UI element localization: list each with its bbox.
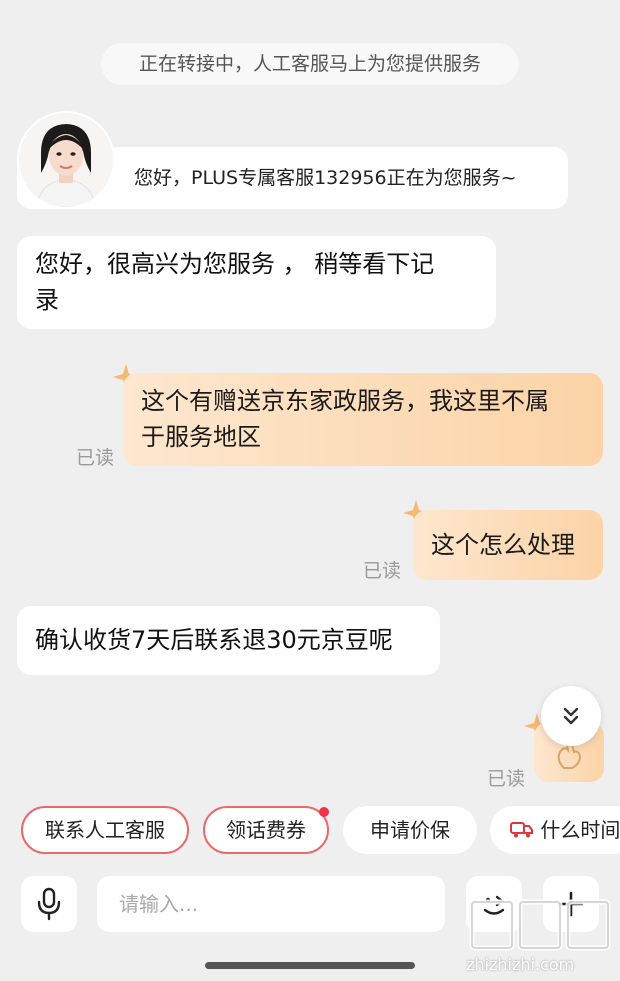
agent-avatar[interactable] [19, 113, 113, 207]
watermark-url: zhizhizhi.com [466, 955, 575, 974]
message-line: 这个怎么处理 [431, 531, 575, 559]
message-bubble-user: 这个有赠送京东家政服务，我这里不属 于服务地区 [123, 373, 603, 466]
chat-area: 正在转接中，人工客服马上为您提供服务 您好，PLUS专属客服132956正在为您… [0, 0, 620, 800]
microphone-icon [37, 887, 61, 921]
message-bubble-user: 这个怎么处理 [413, 510, 603, 580]
site-watermark: zhizhizhi.com [466, 896, 616, 976]
quick-reply-price-protection[interactable]: 申请价保 [343, 806, 477, 854]
message-line: 这个有赠送京东家政服务，我这里不属 [141, 387, 549, 415]
double-chevron-down-icon [563, 707, 579, 725]
quick-reply-delivery-time[interactable]: 什么时间 [490, 806, 620, 854]
message-input[interactable] [97, 876, 445, 932]
notification-badge [319, 807, 329, 817]
truck-icon [510, 822, 533, 838]
message-line: 您好，很高兴为您服务 ， 稍等看下记 [35, 250, 435, 278]
message-line: 录 [35, 286, 59, 314]
agent-greeting-text: 您好，PLUS专属客服132956正在为您服务~ [134, 167, 517, 189]
read-status: 已读 [363, 560, 402, 582]
message-bubble-agent: 您好，很高兴为您服务 ， 稍等看下记 录 [17, 236, 496, 329]
read-status: 已读 [76, 447, 115, 469]
watermark-logo [469, 899, 611, 951]
quick-reply-bar: 联系人工客服 领话费券 申请价保 什么时间 [0, 806, 620, 856]
agent-avatar-image [19, 113, 113, 207]
scroll-to-bottom-button[interactable] [541, 686, 601, 746]
quick-reply-contact-agent[interactable]: 联系人工客服 [21, 806, 189, 854]
quick-reply-label: 联系人工客服 [45, 818, 165, 842]
quick-reply-label: 申请价保 [370, 818, 450, 842]
home-indicator[interactable] [205, 962, 415, 969]
quick-reply-label: 什么时间 [540, 818, 620, 842]
message-line: 于服务地区 [141, 423, 261, 451]
voice-button[interactable] [21, 876, 77, 932]
read-status: 已读 [487, 768, 526, 790]
system-notice: 正在转接中，人工客服马上为您提供服务 [101, 43, 519, 85]
quick-reply-label: 领话费券 [226, 818, 306, 842]
message-line: 确认收货7天后联系退30元京豆呢 [35, 626, 393, 654]
quick-reply-phone-coupon[interactable]: 领话费券 [203, 806, 329, 854]
message-bubble-agent: 确认收货7天后联系退30元京豆呢 [17, 606, 440, 675]
